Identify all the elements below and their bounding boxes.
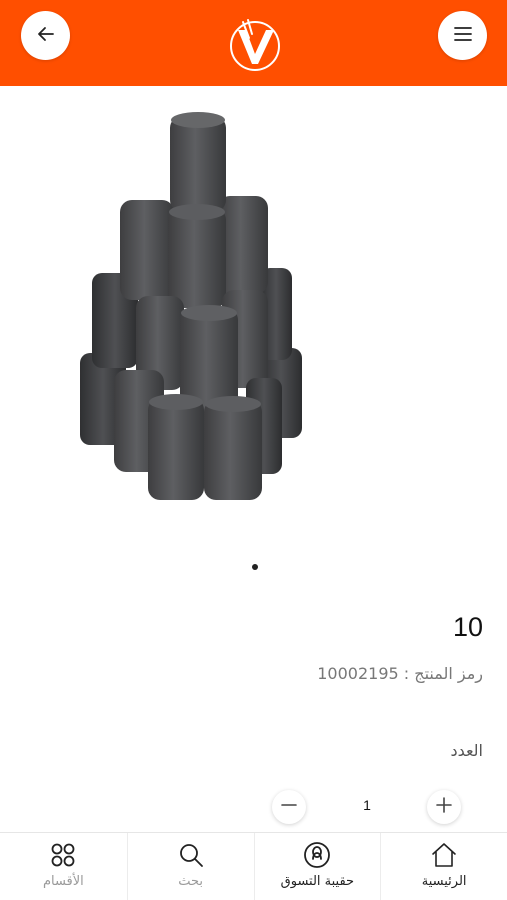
quantity-decrease-button[interactable] bbox=[272, 790, 306, 824]
quantity-increase-button[interactable] bbox=[427, 790, 461, 824]
product-sku: رمز المنتج : 10002195 bbox=[317, 664, 483, 683]
hamburger-menu-icon bbox=[453, 26, 473, 46]
nav-item-categories[interactable]: الأقسام bbox=[0, 833, 127, 900]
nav-label-categories: الأقسام bbox=[42, 874, 84, 889]
back-button[interactable] bbox=[21, 11, 70, 60]
brand-logo[interactable] bbox=[228, 16, 282, 72]
bottom-navigation: الأقسام بحث حقيبة التسوق الرئيسية bbox=[0, 832, 507, 900]
nav-label-shopping-bag: حقيبة التسوق bbox=[280, 874, 355, 889]
brand-v-logo-icon bbox=[228, 19, 282, 76]
menu-button[interactable] bbox=[438, 11, 487, 60]
nav-item-search[interactable]: بحث bbox=[126, 833, 254, 900]
home-icon bbox=[430, 841, 458, 869]
app-root: 10 رمز المنتج : 10002195 العدد 1 الأقسام bbox=[0, 0, 507, 900]
search-icon bbox=[177, 841, 205, 869]
categories-grid-icon bbox=[49, 841, 77, 869]
nav-item-shopping-bag[interactable]: حقيبة التسوق bbox=[253, 833, 381, 900]
shopping-bag-icon bbox=[303, 841, 331, 869]
quantity-value: 1 bbox=[363, 797, 371, 813]
product-image bbox=[60, 108, 320, 508]
nav-item-home[interactable]: الرئيسية bbox=[380, 833, 507, 900]
minus-icon bbox=[280, 796, 298, 818]
charcoal-briquettes-image bbox=[80, 112, 302, 500]
plus-icon bbox=[435, 796, 453, 818]
arrow-left-icon bbox=[35, 23, 57, 49]
top-app-bar bbox=[0, 0, 507, 86]
quantity-label: العدد bbox=[450, 741, 483, 760]
carousel-dot-active[interactable] bbox=[252, 564, 258, 570]
product-price: 10 bbox=[452, 612, 483, 642]
nav-label-search: بحث bbox=[178, 874, 204, 889]
nav-label-home: الرئيسية bbox=[421, 874, 467, 889]
